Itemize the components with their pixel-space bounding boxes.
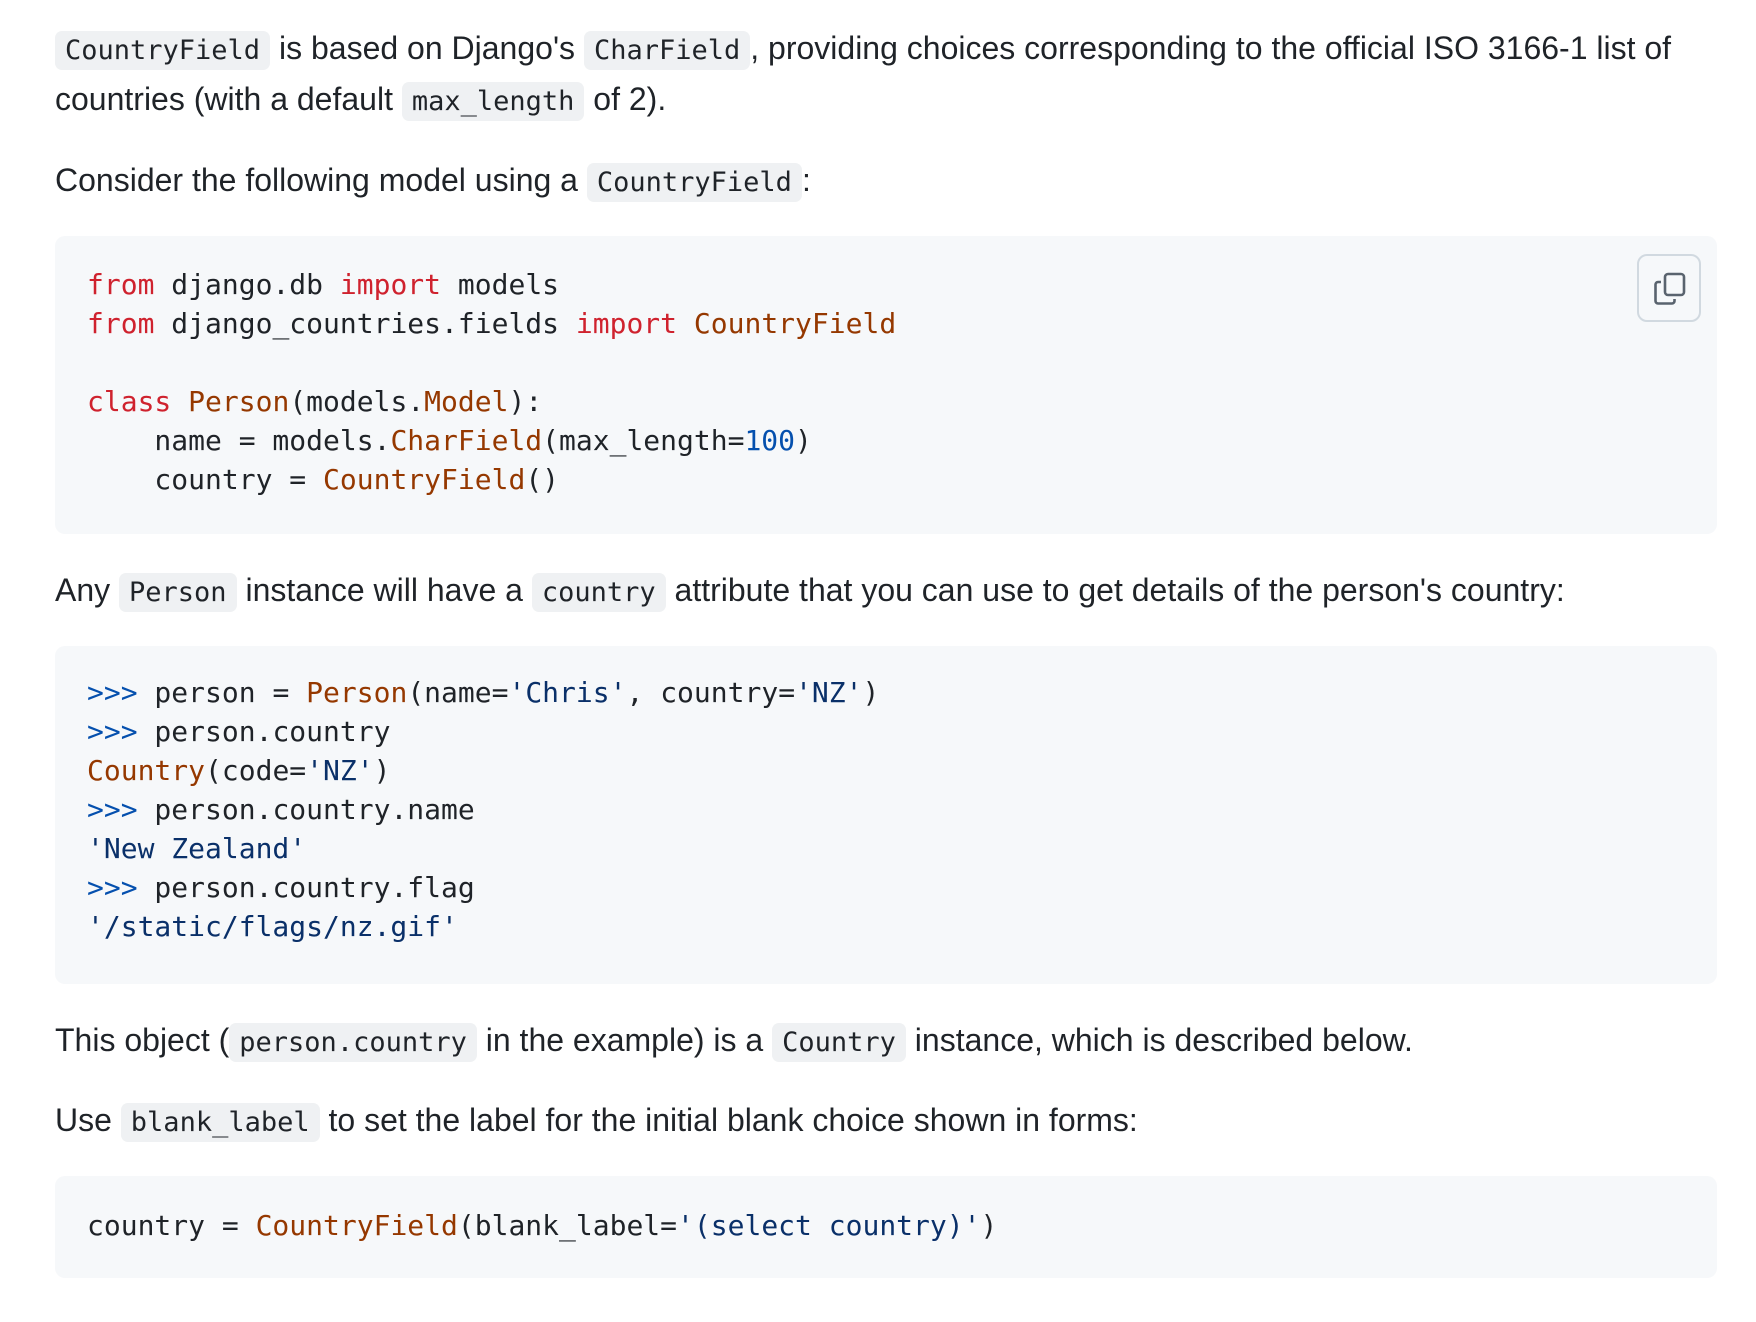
text: This object ( bbox=[55, 1022, 230, 1058]
code-text: person.country.flag bbox=[137, 871, 475, 904]
inline-code: CountryField bbox=[586, 163, 802, 202]
code-number: 100 bbox=[744, 424, 796, 457]
inline-code: blank_label bbox=[120, 1103, 320, 1142]
text: in the example) is a bbox=[476, 1022, 773, 1058]
text: instance will have a bbox=[236, 572, 532, 608]
paragraph-model-intro: Consider the following model using a Cou… bbox=[55, 156, 811, 207]
text: Any bbox=[55, 572, 120, 608]
code-text: () bbox=[525, 463, 560, 496]
code-string: 'NZ' bbox=[306, 754, 374, 787]
text: of 2). bbox=[584, 81, 667, 117]
code: country = CountryField(blank_label='(sel… bbox=[55, 1176, 1717, 1245]
inline-code: Person bbox=[119, 573, 237, 612]
inline-code: CharField bbox=[583, 31, 751, 70]
code-text: (name= bbox=[407, 676, 509, 709]
paragraph-countryfield-intro: CountryField is based on Django's CharFi… bbox=[55, 24, 1717, 126]
code-block-model: from django.db import models from django… bbox=[55, 236, 1717, 534]
code-block-shell: >>> person = Person(name='Chris', countr… bbox=[55, 646, 1717, 984]
code-string: '/static/flags/nz.gif' bbox=[87, 910, 458, 943]
code-entity: Model bbox=[424, 385, 509, 418]
code-text: ) bbox=[980, 1209, 998, 1242]
text: instance, which is described below. bbox=[905, 1022, 1413, 1058]
shell-prompt: >>> bbox=[87, 793, 138, 826]
code-text: django_countries.fields bbox=[154, 307, 576, 340]
inline-code: max_length bbox=[401, 82, 585, 121]
code-text: ) bbox=[862, 676, 880, 709]
code-text: country = bbox=[87, 1209, 256, 1242]
paragraph-blank-label: Use blank_label to set the label for the… bbox=[55, 1096, 1138, 1147]
code-text: django.db bbox=[154, 268, 340, 301]
code-text: country = bbox=[87, 463, 324, 496]
code-entity: CountryField bbox=[677, 307, 897, 340]
code-string: 'New Zealand' bbox=[87, 832, 307, 865]
keyword: from bbox=[87, 268, 155, 301]
inline-code: Country bbox=[772, 1023, 906, 1062]
code-text: ) bbox=[795, 424, 812, 457]
code-text: , country= bbox=[626, 676, 796, 709]
inline-code: person.country bbox=[229, 1023, 477, 1062]
code-text: person = bbox=[137, 676, 307, 709]
keyword: class bbox=[87, 385, 172, 418]
code-entity: Person bbox=[306, 676, 408, 709]
code-text: person.country bbox=[137, 715, 391, 748]
text: to set the label for the initial blank c… bbox=[319, 1102, 1138, 1138]
inline-code: CountryField bbox=[55, 31, 271, 70]
inline-code: country bbox=[531, 573, 666, 612]
shell-prompt: >>> bbox=[87, 676, 138, 709]
code-text: (max_length= bbox=[542, 424, 745, 457]
code-text: (models. bbox=[289, 385, 425, 418]
keyword: import bbox=[575, 307, 678, 340]
code-text: (blank_label= bbox=[457, 1209, 678, 1242]
code-text: models bbox=[441, 268, 560, 301]
copy-button[interactable] bbox=[1637, 254, 1701, 322]
code-text: (code= bbox=[205, 754, 307, 787]
code-text: name = models. bbox=[87, 424, 391, 457]
code-string: 'NZ' bbox=[795, 676, 863, 709]
paragraph-country-object: This object (person.country in the examp… bbox=[55, 1016, 1413, 1067]
code-text: person.country.name bbox=[137, 793, 475, 826]
code-entity: CharField bbox=[390, 424, 543, 457]
code-entity: Person bbox=[188, 385, 290, 418]
code: >>> person = Person(name='Chris', countr… bbox=[55, 646, 1717, 946]
code-entity: Country bbox=[87, 754, 206, 787]
text: attribute that you can use to get detail… bbox=[665, 572, 1565, 608]
text: : bbox=[801, 162, 811, 198]
code-text: ): bbox=[508, 385, 543, 418]
shell-prompt: >>> bbox=[87, 871, 138, 904]
code-entity: CountryField bbox=[323, 463, 526, 496]
code: from django.db import models from django… bbox=[55, 236, 1717, 499]
text: Use bbox=[55, 1102, 121, 1138]
shell-prompt: >>> bbox=[87, 715, 138, 748]
paragraph-person-instance: Any Person instance will have a country … bbox=[55, 566, 1565, 617]
text: is based on Django's bbox=[270, 30, 584, 66]
code-text: ) bbox=[373, 754, 391, 787]
code-block-blank-label: country = CountryField(blank_label='(sel… bbox=[55, 1176, 1717, 1278]
copy-icon bbox=[1654, 272, 1686, 305]
code-string: 'Chris' bbox=[508, 676, 627, 709]
keyword: import bbox=[339, 268, 442, 301]
code-entity: CountryField bbox=[255, 1209, 458, 1242]
text: Consider the following model using a bbox=[55, 162, 587, 198]
keyword: from bbox=[87, 307, 155, 340]
code-string: '(select country)' bbox=[677, 1209, 981, 1242]
